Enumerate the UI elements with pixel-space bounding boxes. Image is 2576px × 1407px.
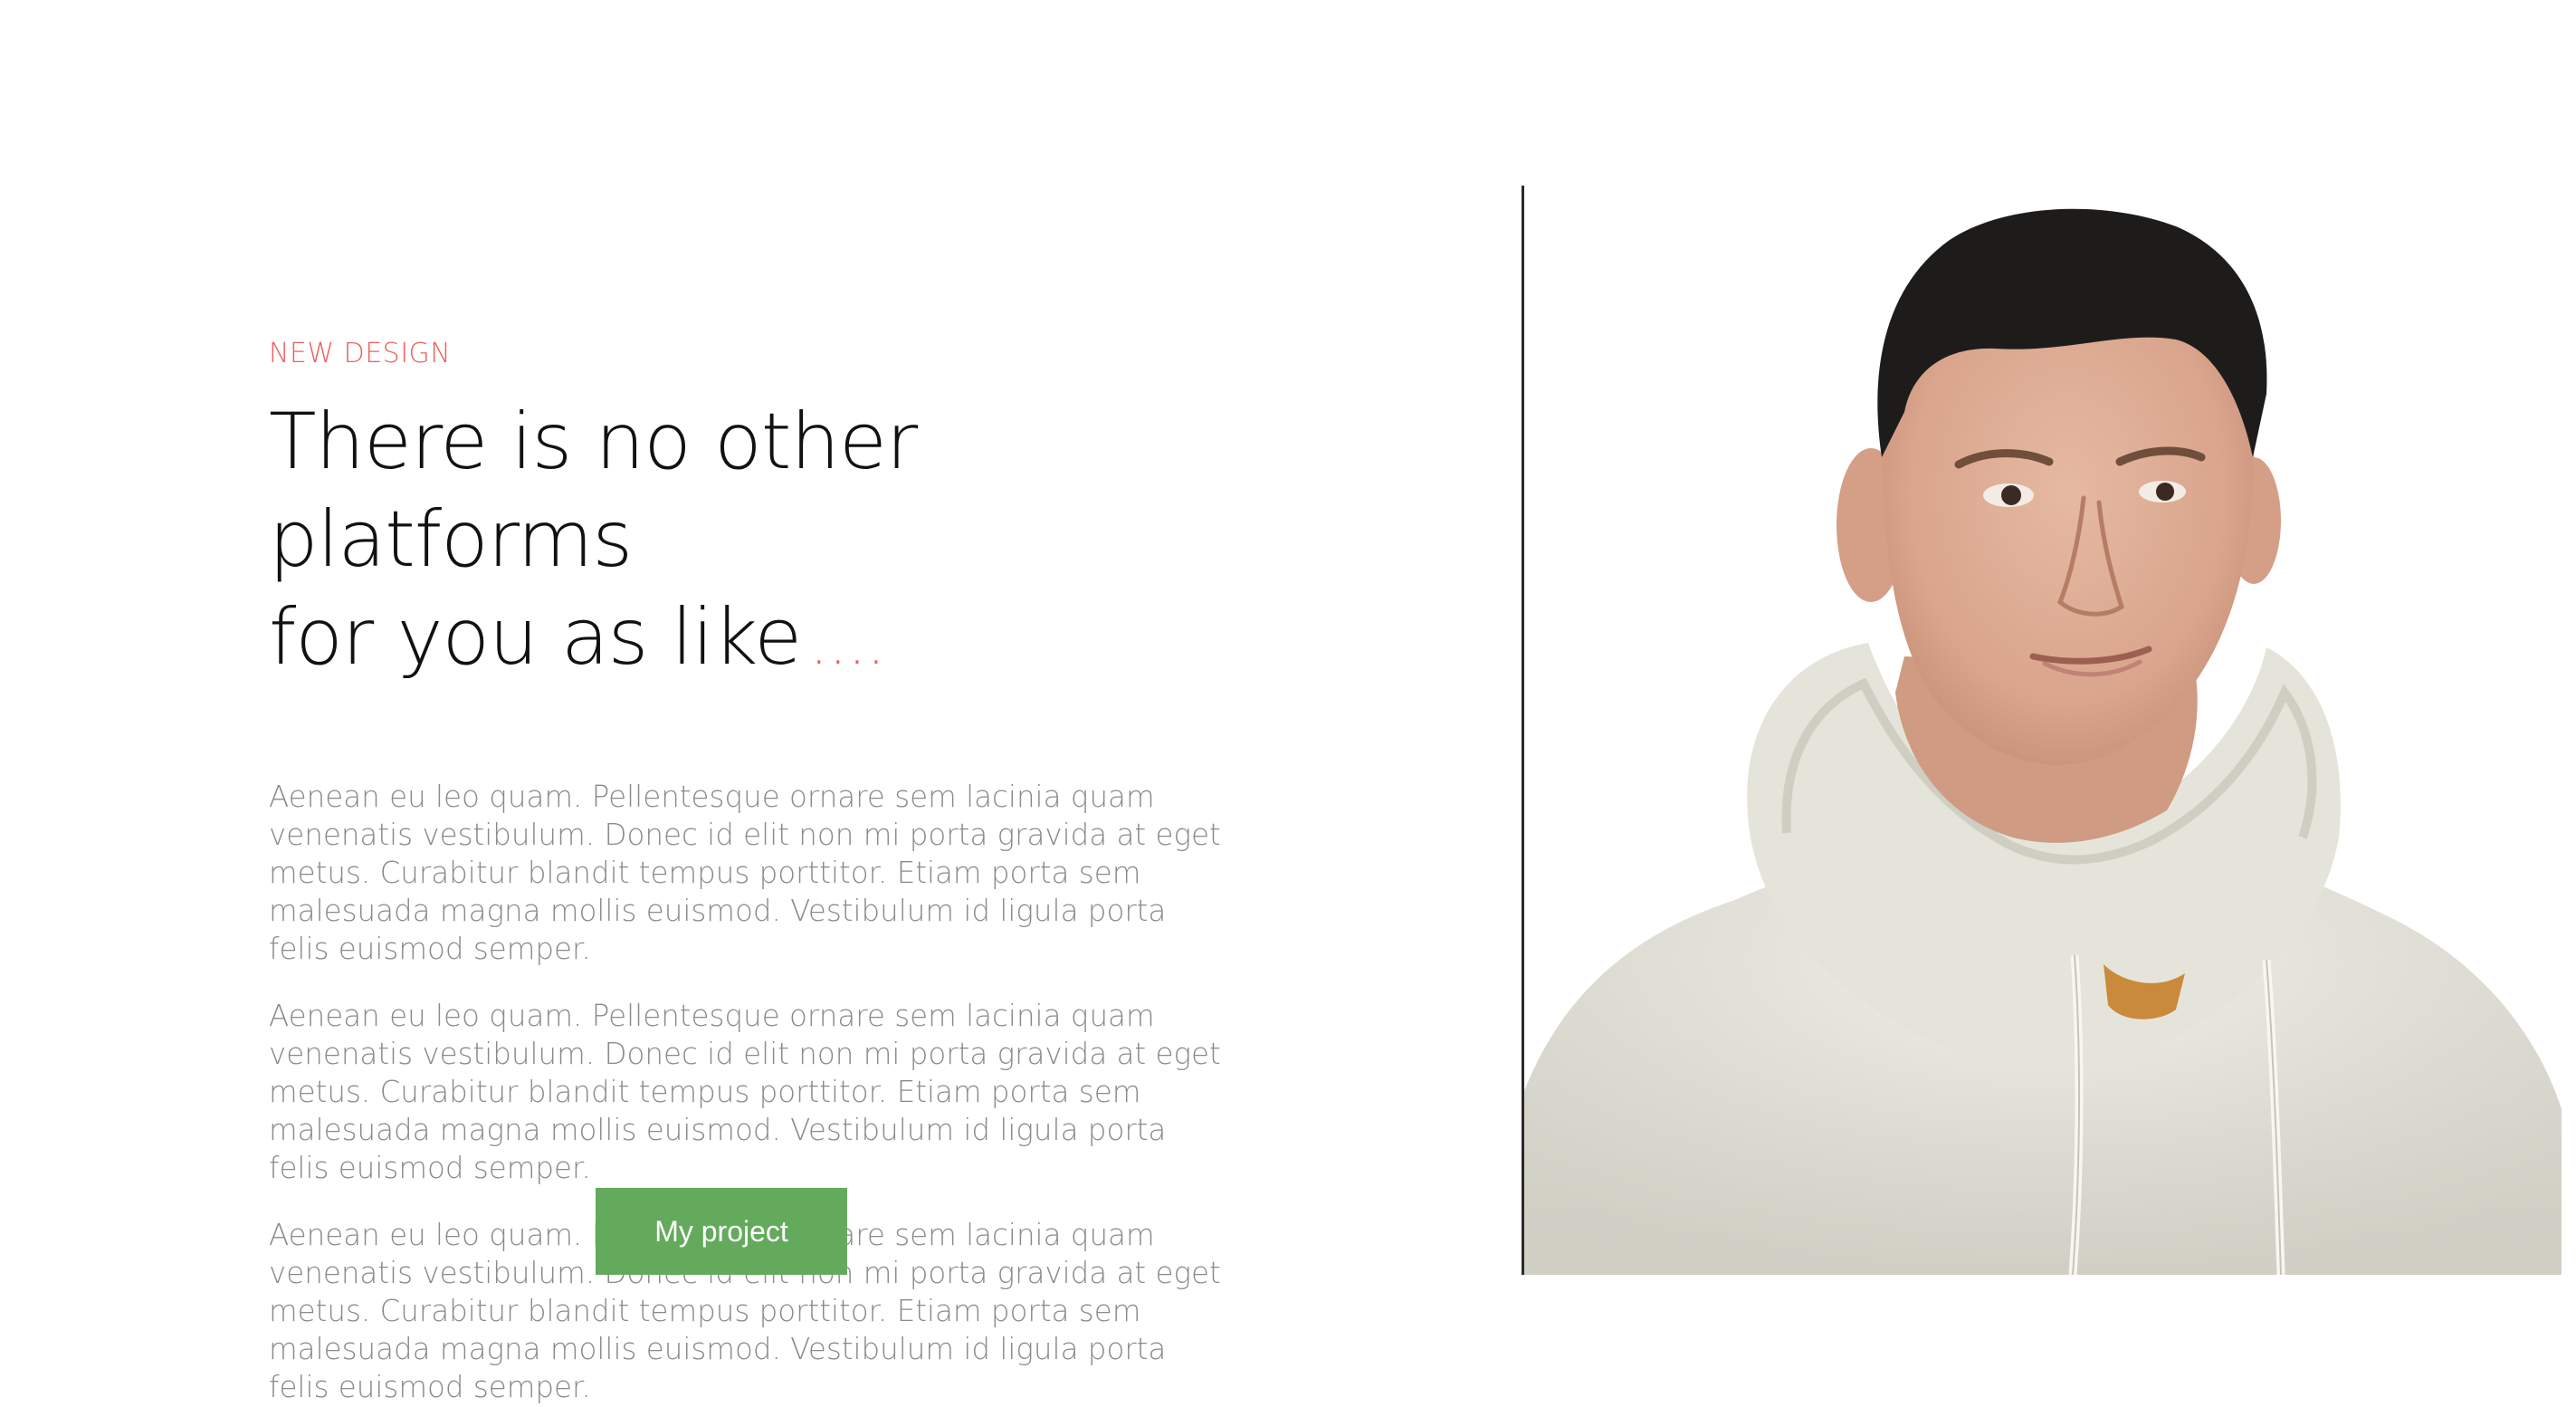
hero-paragraphs: Aenean eu leo quam. Pellentesque ornare … — [269, 778, 1228, 1406]
eyebrow-label: NEW DESIGN — [269, 338, 452, 369]
headline-dots: .... — [810, 614, 887, 677]
body-paragraph-2: Aenean eu leo quam. Pellentesque ornare … — [269, 999, 1221, 1185]
person-portrait-icon — [1524, 208, 2562, 1275]
hero-headline: There is no other platforms for you as l… — [269, 393, 1246, 694]
portrait-photo — [1524, 186, 2562, 1275]
headline-line-1: There is no other platforms — [269, 397, 918, 585]
hero-section: NEW DESIGN There is no other platforms f… — [0, 0, 2576, 1407]
headline-line-2: for you as like — [269, 592, 802, 683]
my-project-button[interactable]: My project — [596, 1188, 847, 1275]
body-paragraph-1: Aenean eu leo quam. Pellentesque ornare … — [269, 780, 1221, 966]
